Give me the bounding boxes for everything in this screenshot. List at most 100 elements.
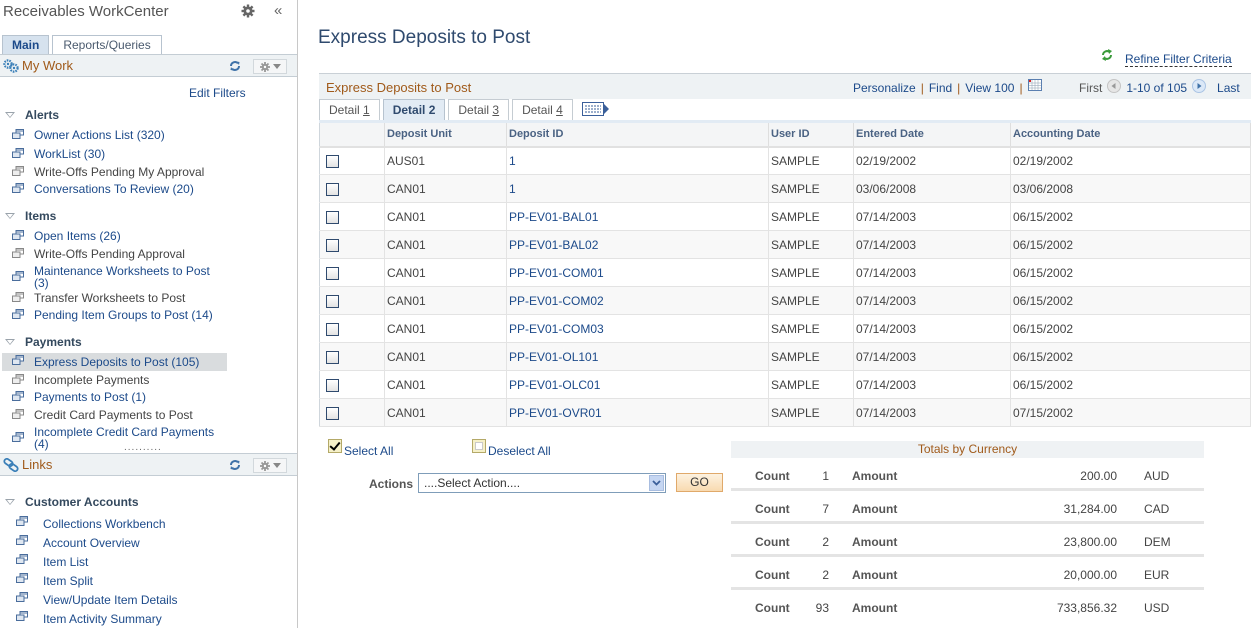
deselect-all[interactable]: Deselect All bbox=[472, 439, 551, 458]
grid-header-bar: Express Deposits to Post Personalize | F… bbox=[319, 73, 1251, 99]
tab-detail-3[interactable]: Detail 3 bbox=[448, 99, 510, 120]
tab-reports-queries[interactable]: Reports/Queries bbox=[52, 35, 162, 54]
deposit-id-link[interactable]: PP-EV01-OL101 bbox=[509, 350, 598, 364]
cell-accounting-date: 06/15/2002 bbox=[1010, 314, 1251, 343]
cell-user-id: SAMPLE bbox=[768, 286, 854, 315]
pane-options-menu[interactable] bbox=[253, 458, 287, 473]
row-select-cell bbox=[319, 342, 385, 371]
deposit-id-link[interactable]: 1 bbox=[509, 154, 516, 168]
cell-deposit-id: PP-EV01-OLC01 bbox=[506, 370, 769, 399]
caret-down-icon bbox=[272, 64, 281, 69]
deposit-id-link[interactable]: PP-EV01-BAL01 bbox=[509, 210, 598, 224]
table-row: CAN01 PP-EV01-OL101 SAMPLE 07/14/2003 06/15/… bbox=[319, 342, 1251, 371]
cell-user-id: SAMPLE bbox=[768, 398, 854, 427]
next-page-icon[interactable] bbox=[1192, 79, 1207, 93]
sidebar-tabs: Main Reports/Queries bbox=[2, 35, 162, 54]
col-accounting-date[interactable]: Accounting Date bbox=[1010, 121, 1251, 148]
deposit-id-link[interactable]: PP-EV01-COM01 bbox=[509, 266, 604, 280]
tab-detail-1[interactable]: Detail 1 bbox=[319, 99, 380, 120]
row-checkbox[interactable] bbox=[326, 378, 339, 392]
row-checkbox[interactable] bbox=[326, 154, 339, 168]
amount-label: Amount bbox=[852, 469, 898, 483]
deposit-id-link[interactable]: PP-EV01-COM02 bbox=[509, 294, 604, 308]
last-link[interactable]: Last bbox=[1217, 81, 1240, 95]
gear-icon[interactable] bbox=[241, 4, 255, 18]
count-value: 2 bbox=[822, 535, 829, 549]
find-link[interactable]: Find bbox=[929, 81, 952, 95]
item-label: Write-Offs Pending My Approval bbox=[34, 165, 205, 179]
tab-main[interactable]: Main bbox=[2, 35, 50, 54]
row-checkbox[interactable] bbox=[326, 238, 339, 252]
cell-user-id: SAMPLE bbox=[768, 174, 854, 203]
deposit-id-link[interactable]: PP-EV01-COM03 bbox=[509, 322, 604, 336]
window-icon bbox=[12, 374, 24, 384]
deposit-id-link[interactable]: PP-EV01-BAL02 bbox=[509, 238, 598, 252]
totals-row: Count 93 Amount 733,856.32 USD bbox=[731, 590, 1204, 623]
refresh-arrows-icon bbox=[1102, 49, 1112, 61]
row-checkbox[interactable] bbox=[326, 210, 339, 224]
row-select-cell bbox=[319, 314, 385, 343]
window-icon bbox=[12, 292, 24, 302]
col-deposit-id[interactable]: Deposit ID bbox=[506, 121, 769, 148]
col-user-id[interactable]: User ID bbox=[768, 121, 854, 148]
empty-box-icon bbox=[472, 439, 486, 453]
tab-detail-2[interactable]: Detail 2 bbox=[382, 99, 446, 120]
group-customer-accounts[interactable]: Customer Accounts bbox=[5, 495, 139, 509]
deposit-id-link[interactable]: 1 bbox=[509, 182, 516, 196]
col-entered-date[interactable]: Entered Date bbox=[853, 121, 1011, 148]
window-icon bbox=[12, 166, 24, 176]
currency-code: EUR bbox=[1144, 568, 1170, 582]
refresh-icon[interactable] bbox=[229, 459, 241, 471]
deposits-table: Deposit Unit Deposit ID User ID Entered … bbox=[319, 120, 1251, 427]
item-label: Payments to Post (1) bbox=[34, 390, 147, 404]
resize-handle[interactable]: .......... bbox=[124, 443, 162, 453]
deposit-id-link[interactable]: PP-EV01-OLC01 bbox=[509, 378, 600, 392]
cell-entered-date: 07/14/2003 bbox=[853, 230, 1011, 259]
totals-row: Count 2 Amount 20,000.00 EUR bbox=[731, 557, 1204, 590]
collapse-triangle-icon bbox=[5, 213, 15, 219]
refine-filter-link[interactable]: Refine Filter Criteria bbox=[1125, 53, 1232, 67]
cell-deposit-id: PP-EV01-COM03 bbox=[506, 314, 769, 343]
select-all[interactable]: Select All bbox=[328, 439, 393, 458]
row-checkbox[interactable] bbox=[326, 406, 339, 420]
download-spreadsheet-icon[interactable] bbox=[1027, 79, 1042, 91]
row-checkbox[interactable] bbox=[326, 350, 339, 364]
sidebar: Receivables WorkCenter « Main Reports/Qu… bbox=[0, 0, 298, 628]
col-deposit-unit[interactable]: Deposit Unit bbox=[384, 121, 507, 148]
personalize-link[interactable]: Personalize bbox=[853, 81, 916, 95]
view-all-link[interactable]: View 100 bbox=[965, 81, 1014, 95]
go-button[interactable]: GO bbox=[676, 473, 723, 492]
cell-deposit-id: 1 bbox=[506, 146, 769, 175]
cell-entered-date: 07/14/2003 bbox=[853, 286, 1011, 315]
tab-detail-4[interactable]: Detail 4 bbox=[512, 99, 573, 120]
collapse-icon[interactable]: « bbox=[274, 2, 283, 19]
select-all-label[interactable]: Select All bbox=[344, 444, 393, 458]
totals-row: Count 7 Amount 31,284.00 CAD bbox=[731, 491, 1204, 524]
amount-value: 200.00 bbox=[1080, 469, 1117, 483]
cell-entered-date: 07/14/2003 bbox=[853, 202, 1011, 231]
edit-filters-link[interactable]: Edit Filters bbox=[189, 86, 246, 100]
show-all-columns-icon[interactable] bbox=[581, 102, 610, 116]
chevron-down-icon[interactable] bbox=[649, 475, 664, 491]
previous-page-icon[interactable] bbox=[1107, 79, 1122, 93]
row-checkbox[interactable] bbox=[326, 294, 339, 308]
first-link[interactable]: First bbox=[1079, 81, 1102, 95]
deselect-all-label[interactable]: Deselect All bbox=[488, 444, 551, 458]
links-title: Links bbox=[22, 457, 53, 472]
group-alerts[interactable]: Alerts bbox=[5, 108, 59, 122]
window-icon bbox=[12, 355, 24, 365]
refresh-icon[interactable] bbox=[229, 60, 241, 72]
table-row: CAN01 PP-EV01-OLC01 SAMPLE 07/14/2003 06/15/… bbox=[319, 370, 1251, 399]
grid-title: Express Deposits to Post bbox=[326, 80, 472, 95]
group-items[interactable]: Items bbox=[5, 209, 56, 223]
row-checkbox[interactable] bbox=[326, 182, 339, 196]
link-chain-icon bbox=[3, 458, 19, 472]
group-payments[interactable]: Payments bbox=[5, 335, 82, 349]
deposit-id-link[interactable]: PP-EV01-OVR01 bbox=[509, 406, 602, 420]
row-checkbox[interactable] bbox=[326, 322, 339, 336]
row-checkbox[interactable] bbox=[326, 266, 339, 280]
sidebar-item-express-deposits-to-post[interactable]: Express Deposits to Post (105) bbox=[2, 353, 227, 371]
row-select-cell bbox=[319, 174, 385, 203]
pane-options-menu[interactable] bbox=[253, 59, 287, 74]
actions-dropdown[interactable]: ....Select Action.... bbox=[418, 473, 666, 493]
